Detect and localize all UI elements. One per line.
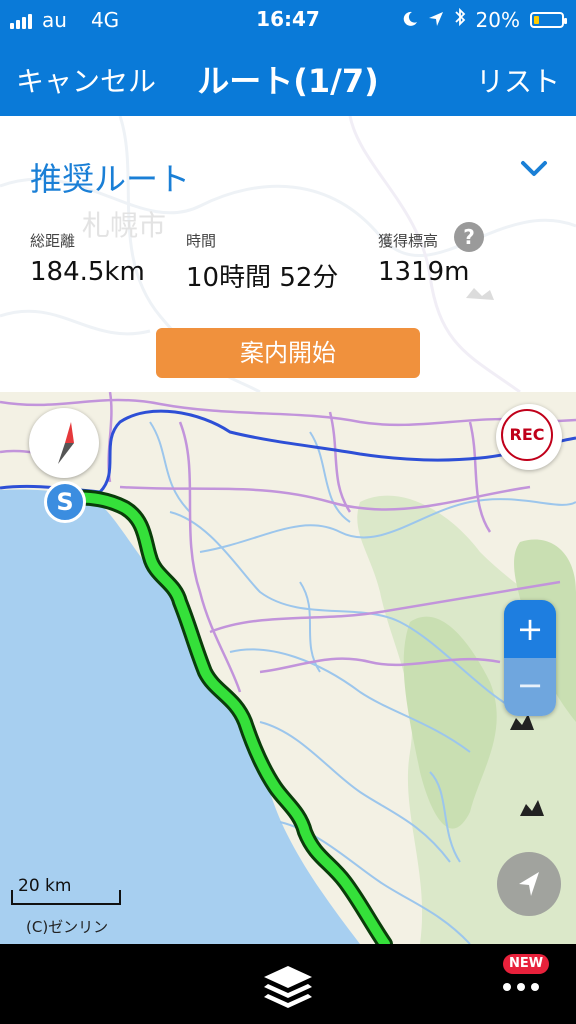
layers-icon[interactable] bbox=[260, 962, 316, 1012]
elevation-value: 1319m bbox=[378, 257, 470, 287]
new-badge: NEW bbox=[503, 954, 550, 974]
location-arrow-icon bbox=[428, 8, 444, 32]
navigation-arrow-icon bbox=[519, 872, 539, 896]
route-name: 推奨ルート bbox=[30, 160, 191, 198]
more-icon[interactable] bbox=[498, 972, 544, 1002]
zoom-out-button[interactable]: − bbox=[504, 658, 556, 716]
zoom-control: + − bbox=[504, 600, 556, 716]
chevron-down-icon[interactable] bbox=[520, 160, 548, 182]
bluetooth-icon bbox=[454, 7, 466, 32]
start-marker[interactable]: S bbox=[44, 481, 86, 523]
distance-value: 184.5km bbox=[30, 257, 145, 287]
battery-icon bbox=[530, 11, 567, 28]
current-location-button[interactable] bbox=[497, 852, 561, 916]
zoom-in-button[interactable]: + bbox=[504, 600, 556, 658]
battery-percent: 20% bbox=[475, 7, 520, 32]
moon-icon bbox=[402, 8, 418, 32]
list-button[interactable]: リスト bbox=[476, 60, 560, 100]
nav-bar: キャンセル ルート(1/7) リスト bbox=[0, 38, 576, 116]
battery-level bbox=[534, 15, 539, 24]
distance-stat: 総距離 184.5km bbox=[30, 230, 145, 287]
distance-label: 総距離 bbox=[30, 232, 76, 250]
time-value: 10時間 52分 bbox=[186, 263, 339, 293]
start-navigation-button[interactable]: 案内開始 bbox=[156, 328, 420, 378]
status-bar: au 4G 16:47 20% bbox=[0, 0, 576, 38]
time-stat: 時間 10時間 52分 bbox=[186, 230, 338, 294]
rec-label: REC bbox=[501, 409, 553, 461]
compass-icon[interactable] bbox=[29, 408, 99, 478]
record-button[interactable]: REC bbox=[496, 404, 562, 470]
help-icon[interactable]: ? bbox=[454, 222, 484, 252]
time-label: 時間 bbox=[186, 232, 217, 250]
scale-label: 20 km bbox=[18, 876, 72, 896]
route-info-panel: 札幌市 推奨ルート 総距離 184.5km 時間 10時間 52分 獲得標高 1… bbox=[0, 116, 576, 392]
map-copyright: (C)ゼンリン bbox=[26, 918, 109, 936]
